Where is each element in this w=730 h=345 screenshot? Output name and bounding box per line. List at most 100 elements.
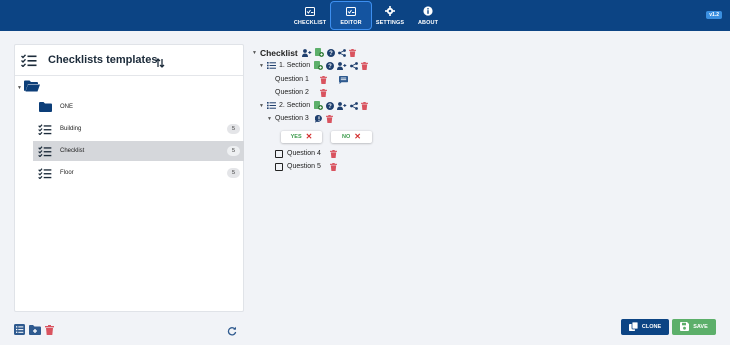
version-badge: v1.2 bbox=[706, 11, 722, 19]
tree-item-floor[interactable]: Floor 5 bbox=[33, 163, 244, 183]
checklist-icon bbox=[305, 4, 315, 18]
checklist-icon bbox=[21, 54, 37, 72]
tree-item-one[interactable]: ONE bbox=[33, 97, 244, 117]
trash-icon[interactable] bbox=[45, 322, 54, 340]
tree-item-label: Floor bbox=[60, 170, 74, 176]
save-label: SAVE bbox=[693, 324, 708, 330]
nav-about-label: ABOUT bbox=[417, 20, 439, 26]
section-row: ▼ 2. Section ? bbox=[259, 100, 371, 111]
count-badge: 5 bbox=[227, 168, 240, 178]
gear-icon bbox=[385, 4, 395, 18]
question-row: Question 2 bbox=[275, 87, 330, 98]
save-button[interactable]: SAVE bbox=[672, 319, 716, 335]
checklist-title: Checklist bbox=[259, 47, 298, 58]
checklist-icon bbox=[35, 123, 55, 135]
folder-open-icon bbox=[23, 79, 40, 97]
tree-item-checklist[interactable]: Checklist 5 bbox=[33, 141, 244, 161]
help-icon[interactable]: ? bbox=[326, 101, 335, 110]
nav-checklist[interactable]: CHECKLIST bbox=[290, 2, 330, 30]
top-navbar: CHECKLIST EDITOR SETTINGS ABOUT v1.2 bbox=[0, 0, 730, 31]
svg-text:?: ? bbox=[329, 51, 333, 57]
count-badge: 5 bbox=[227, 146, 240, 156]
question-label[interactable]: Question 2 bbox=[275, 89, 309, 96]
nav-checklist-label: CHECKLIST bbox=[293, 20, 327, 26]
caret-down-icon[interactable]: ▼ bbox=[259, 103, 264, 109]
section-list-icon bbox=[266, 102, 276, 109]
clone-button[interactable]: CLONE bbox=[621, 319, 669, 335]
nav-settings-label: SETTINGS bbox=[375, 20, 405, 26]
trash-icon[interactable] bbox=[361, 61, 369, 70]
checkbox[interactable] bbox=[275, 149, 283, 158]
add-person-icon[interactable] bbox=[337, 61, 347, 70]
add-folder-icon[interactable] bbox=[29, 322, 41, 340]
share-icon[interactable] bbox=[337, 48, 346, 57]
count-badge: 5 bbox=[227, 124, 240, 134]
svg-text:?: ? bbox=[328, 64, 332, 70]
question-row: Question 4 bbox=[275, 148, 340, 159]
question-row: Question 1 bbox=[275, 74, 351, 85]
checkbox[interactable] bbox=[275, 162, 283, 171]
nav-settings[interactable]: SETTINGS bbox=[370, 2, 410, 30]
caret-down-icon[interactable]: ▼ bbox=[252, 50, 257, 56]
panel-title: Checklists templates bbox=[48, 54, 158, 66]
checklist-icon bbox=[35, 145, 55, 157]
trash-icon[interactable] bbox=[348, 48, 356, 57]
section-list-icon bbox=[266, 62, 276, 69]
yes-answer-button[interactable]: YES ✕ bbox=[281, 131, 322, 143]
checklist-icon bbox=[35, 167, 55, 179]
tree-item-label: Checklist bbox=[60, 148, 85, 154]
question-label[interactable]: Question 1 bbox=[275, 76, 309, 83]
question-label[interactable]: Question 5 bbox=[287, 163, 321, 170]
help-icon[interactable]: ? bbox=[326, 61, 335, 70]
add-section-icon[interactable] bbox=[314, 48, 324, 57]
clone-label: CLONE bbox=[641, 324, 662, 330]
tree-root-row: ▼ Checklist ? bbox=[252, 47, 359, 58]
comment-alert-icon[interactable] bbox=[314, 114, 323, 123]
question-label[interactable]: Question 3 bbox=[275, 115, 309, 122]
refresh-icon[interactable] bbox=[227, 323, 237, 341]
caret-down-icon: ▼ bbox=[17, 85, 22, 91]
svg-text:?: ? bbox=[328, 104, 332, 110]
close-icon[interactable]: ✕ bbox=[354, 133, 361, 141]
copy-icon bbox=[628, 321, 639, 333]
section-label[interactable]: 1. Section bbox=[279, 62, 310, 69]
templates-panel: Checklists templates ▼ ONE Building 5 Ch… bbox=[14, 44, 244, 312]
tree-item-label: Building bbox=[60, 126, 82, 132]
caret-down-icon[interactable]: ▼ bbox=[267, 116, 272, 122]
question-row: Question 5 bbox=[275, 161, 340, 172]
nav-about[interactable]: ABOUT bbox=[408, 2, 448, 30]
sort-icon[interactable] bbox=[155, 55, 165, 73]
add-person-icon[interactable] bbox=[301, 48, 312, 57]
close-icon[interactable]: ✕ bbox=[306, 133, 313, 141]
question-row: ▼ Question 3 bbox=[267, 113, 336, 124]
add-checklist-icon[interactable] bbox=[14, 322, 25, 340]
help-icon[interactable]: ? bbox=[326, 48, 335, 57]
tree-root[interactable]: ▼ bbox=[17, 79, 40, 97]
nav-editor[interactable]: EDITOR bbox=[330, 1, 372, 30]
section-label[interactable]: 2. Section bbox=[279, 102, 310, 109]
add-question-icon[interactable] bbox=[314, 61, 324, 70]
panel-actions bbox=[14, 322, 54, 340]
save-icon bbox=[680, 321, 690, 333]
question-label[interactable]: Question 4 bbox=[287, 150, 321, 157]
trash-icon[interactable] bbox=[325, 114, 333, 123]
caret-down-icon[interactable]: ▼ bbox=[259, 63, 264, 69]
add-person-icon[interactable] bbox=[337, 101, 347, 110]
share-icon[interactable] bbox=[350, 101, 358, 110]
trash-icon[interactable] bbox=[319, 75, 327, 84]
yes-label: YES bbox=[290, 134, 302, 140]
trash-icon[interactable] bbox=[329, 149, 337, 158]
add-question-icon[interactable] bbox=[314, 101, 324, 110]
info-icon bbox=[423, 4, 433, 18]
share-icon[interactable] bbox=[350, 61, 358, 70]
no-answer-button[interactable]: NO ✕ bbox=[331, 131, 372, 143]
divider bbox=[15, 75, 243, 76]
trash-icon[interactable] bbox=[329, 162, 337, 171]
trash-icon[interactable] bbox=[319, 88, 327, 97]
no-label: NO bbox=[342, 134, 351, 140]
folder-icon bbox=[35, 102, 55, 112]
trash-icon[interactable] bbox=[361, 101, 369, 110]
section-row: ▼ 1. Section ? bbox=[259, 60, 371, 71]
comment-icon[interactable] bbox=[338, 75, 348, 84]
tree-item-building[interactable]: Building 5 bbox=[33, 119, 244, 139]
